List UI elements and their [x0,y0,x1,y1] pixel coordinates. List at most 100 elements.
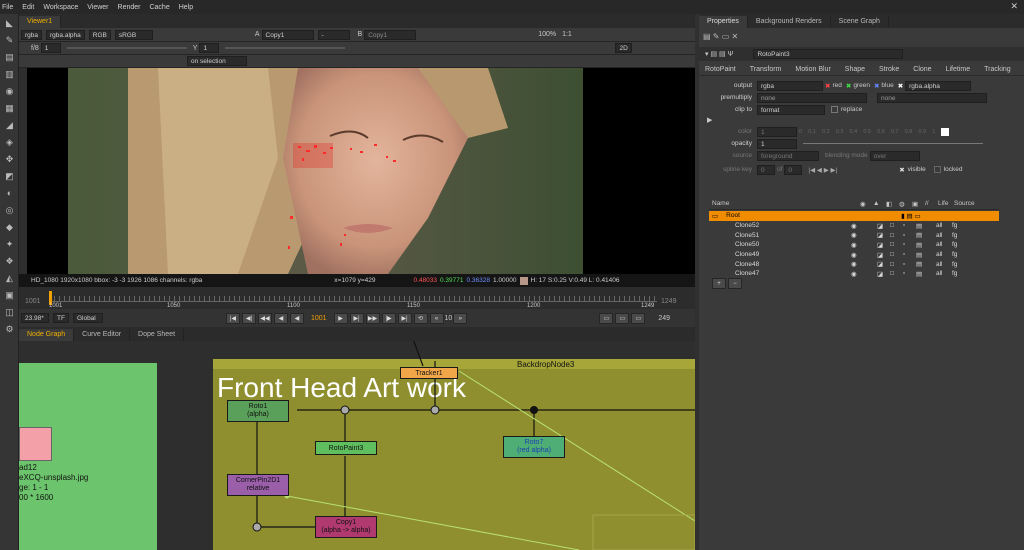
mode-icon[interactable]: ◪ [877,270,890,278]
node-header-icons[interactable]: ▾ ▤ ▤ Ψ [705,50,733,58]
current-frame[interactable]: 1001 [311,315,327,322]
frame-increment[interactable]: 10 [445,315,453,322]
blend-icon[interactable]: ▤ [916,241,936,249]
input-a-select[interactable]: Copy1 [261,29,314,40]
locked-checkbox[interactable] [933,166,941,173]
eye-icon[interactable]: ◉ [851,260,877,268]
gamma-field[interactable]: 1 [199,43,220,53]
transform-icon[interactable]: ✥ [3,153,16,166]
source-select[interactable]: foreground [757,150,819,161]
last-frame-icon[interactable]: ▶| [397,312,412,324]
tab-node-graph[interactable]: Node Graph [19,329,75,341]
invert-icon[interactable]: ▫ [903,261,916,268]
layer-row[interactable]: Clone49 ◉ ◪ □ ▫ ▤ all fg [709,250,999,260]
node-graph[interactable]: ad12 eXCQ-unsplash.jpg ge: 1 - 1 00 * 16… [19,341,695,550]
layer-row[interactable]: Clone48 ◉ ◪ □ ▫ ▤ all fg [709,259,999,269]
color-box-icon[interactable]: □ [890,251,903,258]
color-box-icon[interactable]: □ [890,222,903,229]
layer-row-root[interactable]: ▭ Root ▮ ▤ ▭ [709,211,999,221]
fps-select[interactable]: 23.98* [21,313,49,323]
menu-edit[interactable]: Edit [22,4,34,11]
color-box-icon[interactable]: □ [890,232,903,239]
menu-viewer[interactable]: Viewer [87,4,108,11]
other-icon[interactable]: ✦ [3,238,16,251]
blend-icon[interactable]: ▤ [916,260,936,268]
gain-slider[interactable] [66,47,187,49]
layer-row[interactable]: Clone51 ◉ ◪ □ ▫ ▤ all fg [709,230,999,240]
invert-icon[interactable]: ▫ [903,222,916,229]
particles-icon[interactable]: ❖ [3,255,16,268]
opacity-field[interactable]: 1 [757,138,797,149]
views-icon[interactable]: ◐ [3,187,16,200]
visible-checkbox[interactable]: ✖ [899,166,904,174]
step-back-icon[interactable]: ◀◀ [257,312,272,324]
opacity-slider[interactable] [803,143,983,144]
window-close-icon[interactable]: ✕ [1010,1,1018,12]
plus-icon[interactable]: + [712,278,726,289]
menu-cache[interactable]: Cache [149,4,169,11]
timeline-ruler[interactable] [49,296,657,302]
step-forward-icon[interactable]: ▶▶ [365,312,380,324]
channel-icon[interactable]: ▥ [3,68,16,81]
end-frame[interactable]: 249 [658,315,670,322]
col-name[interactable]: Name [712,200,860,207]
pointer-icon[interactable]: ◣ [3,17,16,30]
tab-dope-sheet[interactable]: Dope Sheet [130,329,185,341]
color-box-icon[interactable]: □ [890,241,903,248]
replace-checkbox[interactable] [831,106,838,113]
premultiply-select-2[interactable]: none [877,92,987,103]
invert-icon[interactable]: ▫ [903,241,916,248]
tf-select[interactable]: TF [53,313,69,323]
spline-total-field[interactable]: 0 [784,164,803,175]
layer-select[interactable]: rgba.alpha [46,29,85,40]
layer-row[interactable]: Clone47 ◉ ◪ □ ▫ ▤ all fg [709,269,999,279]
invert-icon[interactable]: ▫ [903,251,916,258]
eye-icon[interactable]: ◉ [851,251,877,259]
tab-properties[interactable]: Properties [699,16,748,28]
layer-row[interactable]: Clone52 ◉ ◪ □ ▫ ▤ all fg [709,221,999,231]
image-icon[interactable]: ▤ [3,51,16,64]
minus-icon[interactable]: − [728,278,742,289]
eye-icon[interactable]: ◉ [851,231,877,239]
col-source[interactable]: Source [954,200,975,207]
prev-key-icon[interactable]: ◀| [241,312,256,324]
eye-icon[interactable]: ◉ [851,222,877,230]
blend-icon[interactable]: ▤ [916,251,936,259]
alpha-select[interactable]: rgba.alpha [905,80,972,91]
tab-viewer1[interactable]: Viewer1 [19,16,62,28]
mode-icon[interactable]: ◪ [877,251,890,259]
next-frame-icon[interactable]: ▶| [349,312,364,324]
proxy-value[interactable]: 1:1 [562,31,572,38]
play-icon[interactable]: ▶ [333,312,348,324]
timeline[interactable]: 1001 1249 1001 1050 1100 1150 1200 1249 [19,287,695,309]
subtab-motion-blur[interactable]: Motion Blur [795,66,830,73]
input-b-select[interactable]: Copy1 [364,29,417,40]
menu-render[interactable]: Render [118,4,141,11]
range-select[interactable]: Global [72,313,103,323]
col-invert-icon[interactable]: ▣ [912,200,925,208]
subtab-transform[interactable]: Transform [750,66,782,73]
alpha-checkbox[interactable]: ✖ [898,82,903,90]
tab-background-renders[interactable]: Background Renders [748,16,831,28]
tab-scene-graph[interactable]: Scene Graph [831,16,889,28]
tab-curve-editor[interactable]: Curve Editor [74,329,131,341]
invert-icon[interactable]: ▫ [903,232,916,239]
copy1-node[interactable]: Copy1 (alpha -> alpha) [315,516,377,538]
3d-icon[interactable]: ◩ [3,170,16,183]
fstop-value[interactable]: f/8 [31,45,39,52]
blend-icon[interactable]: ▤ [916,270,936,278]
menu-workspace[interactable]: Workspace [43,4,78,11]
in-point-icon[interactable]: ▭ [599,312,614,324]
red-checkbox[interactable]: ✖ [825,82,830,90]
green-checkbox[interactable]: ✖ [846,82,851,90]
display-select[interactable]: sRGB [114,29,153,40]
gizmo-icon[interactable]: ◫ [3,306,16,319]
loop-icon[interactable]: ⟲ [413,312,428,324]
col-color-icon[interactable]: ◍ [899,200,912,208]
col-mode-icon[interactable]: ◧ [886,200,899,208]
skip-forward-icon[interactable]: » [453,312,468,324]
tracker-node[interactable]: Tracker1 [400,367,458,379]
color-box-icon[interactable]: □ [890,261,903,268]
key-nav-icons[interactable]: |◀ ◀ ▶ ▶| [808,166,837,174]
gain-field[interactable]: 1 [40,43,61,53]
